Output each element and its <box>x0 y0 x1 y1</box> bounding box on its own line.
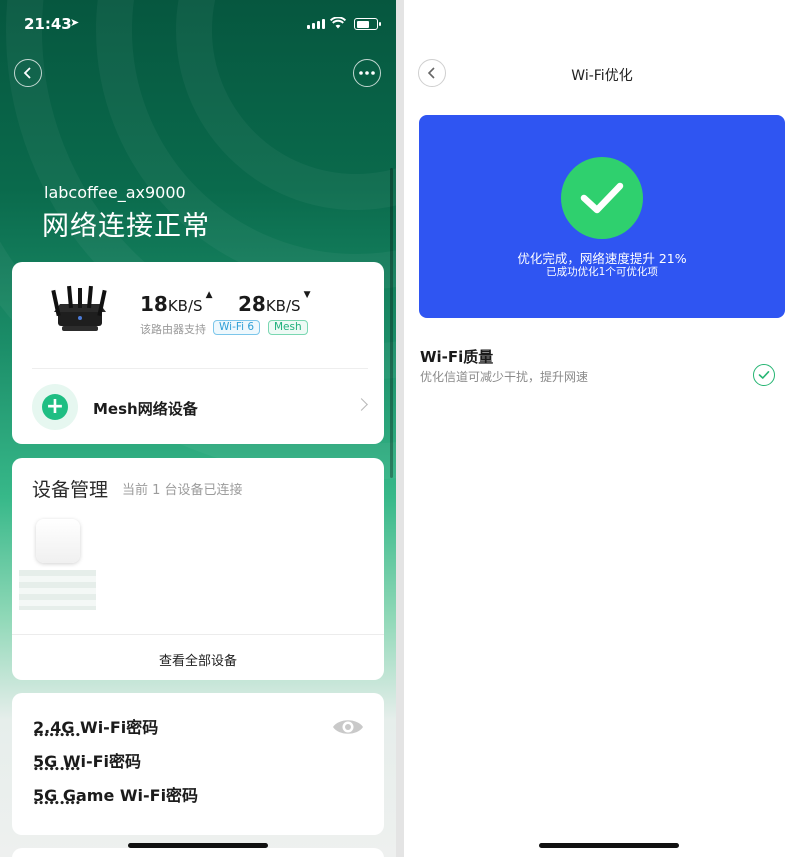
mesh-device-label: Mesh网络设备 <box>93 400 198 418</box>
page-title: Wi-Fi优化 <box>571 68 633 84</box>
mesh-device-row[interactable]: + Mesh网络设备 <box>12 372 384 438</box>
device-management-title: 设备管理 <box>32 479 109 501</box>
device-name-blurred <box>19 570 96 610</box>
wifi-quality-title: Wi-Fi质量 <box>420 348 494 366</box>
next-card-peek <box>12 848 384 857</box>
download-speed-value: 28 <box>238 292 266 316</box>
home-indicator <box>539 843 679 848</box>
download-speed-unit: KB/S <box>265 297 301 315</box>
upload-speed-unit: KB/S <box>167 297 203 315</box>
mesh-badge: Mesh <box>268 320 308 335</box>
router-image <box>51 285 107 331</box>
success-check-icon <box>561 157 643 239</box>
show-password-eye-icon[interactable] <box>332 717 364 737</box>
wifi-passwords-card: 2.4G Wi-Fi密码 ••••••••• 5G Wi-Fi密码 ••••••… <box>12 693 384 835</box>
scroll-indicator <box>390 168 393 478</box>
wifi-5g-game-password-mask: ••••••••• <box>33 799 81 809</box>
chevron-left-icon <box>23 67 31 79</box>
connection-status-title: 网络连接正常 <box>42 211 210 242</box>
router-name: labcoffee_ax9000 <box>44 183 186 202</box>
chevron-right-icon <box>355 398 368 411</box>
divider <box>12 634 384 635</box>
upload-speed-value: 18 <box>140 292 168 316</box>
status-bar: 21:43 ➤ <box>0 12 396 36</box>
router-info-card: 18KB/S ▲ 28KB/S ▼ 该路由器支持 Wi-Fi 6 Mesh + … <box>12 262 384 444</box>
wifi6-badge: Wi-Fi 6 <box>213 320 261 335</box>
upload-arrow-icon: ▲ <box>205 290 213 300</box>
device-icon[interactable] <box>36 519 80 563</box>
wifi-optimize-screen: Wi-Fi优化 优化完成，网络速度提升 21% 已成功优化1个可优化项 Wi-F… <box>404 0 800 857</box>
view-all-devices-button[interactable]: 查看全部设备 <box>12 650 384 669</box>
wifi-status-icon <box>330 17 346 29</box>
cellular-signal-icon <box>307 19 325 29</box>
home-indicator <box>128 843 268 848</box>
back-button[interactable] <box>14 59 42 87</box>
wifi-5g-password-mask: ••••••••• <box>33 765 81 775</box>
location-arrow-icon: ➤ <box>70 16 80 29</box>
download-arrow-icon: ▼ <box>303 290 311 300</box>
mesh-add-icon: + <box>32 384 78 430</box>
optimization-result-card: 优化完成，网络速度提升 21% 已成功优化1个可优化项 <box>419 115 785 318</box>
more-dots-icon <box>359 71 375 75</box>
upload-speed: 18KB/S ▲ <box>140 290 213 316</box>
device-management-card: 设备管理 当前 1 台设备已连接 查看全部设备 <box>12 458 384 680</box>
connected-devices-count: 当前 1 台设备已连接 <box>122 483 243 498</box>
divider <box>32 368 368 369</box>
router-home-screen: 21:43 ➤ labcoffee_ax9000 网络连接正常 18KB/S ▲… <box>0 0 396 857</box>
wifi-quality-description: 优化信道可减少干扰，提升网速 <box>420 370 589 384</box>
screen-separator <box>396 0 404 857</box>
support-label: 该路由器支持 <box>140 323 206 336</box>
download-speed: 28KB/S ▼ <box>238 290 311 316</box>
quality-check-icon <box>753 364 775 386</box>
wifi-24g-password-mask: ••••••••• <box>33 731 81 741</box>
more-options-button[interactable] <box>353 59 381 87</box>
battery-icon <box>354 18 381 30</box>
status-time: 21:43 <box>24 15 72 33</box>
result-sub-text: 已成功优化1个可优化项 <box>546 266 658 278</box>
